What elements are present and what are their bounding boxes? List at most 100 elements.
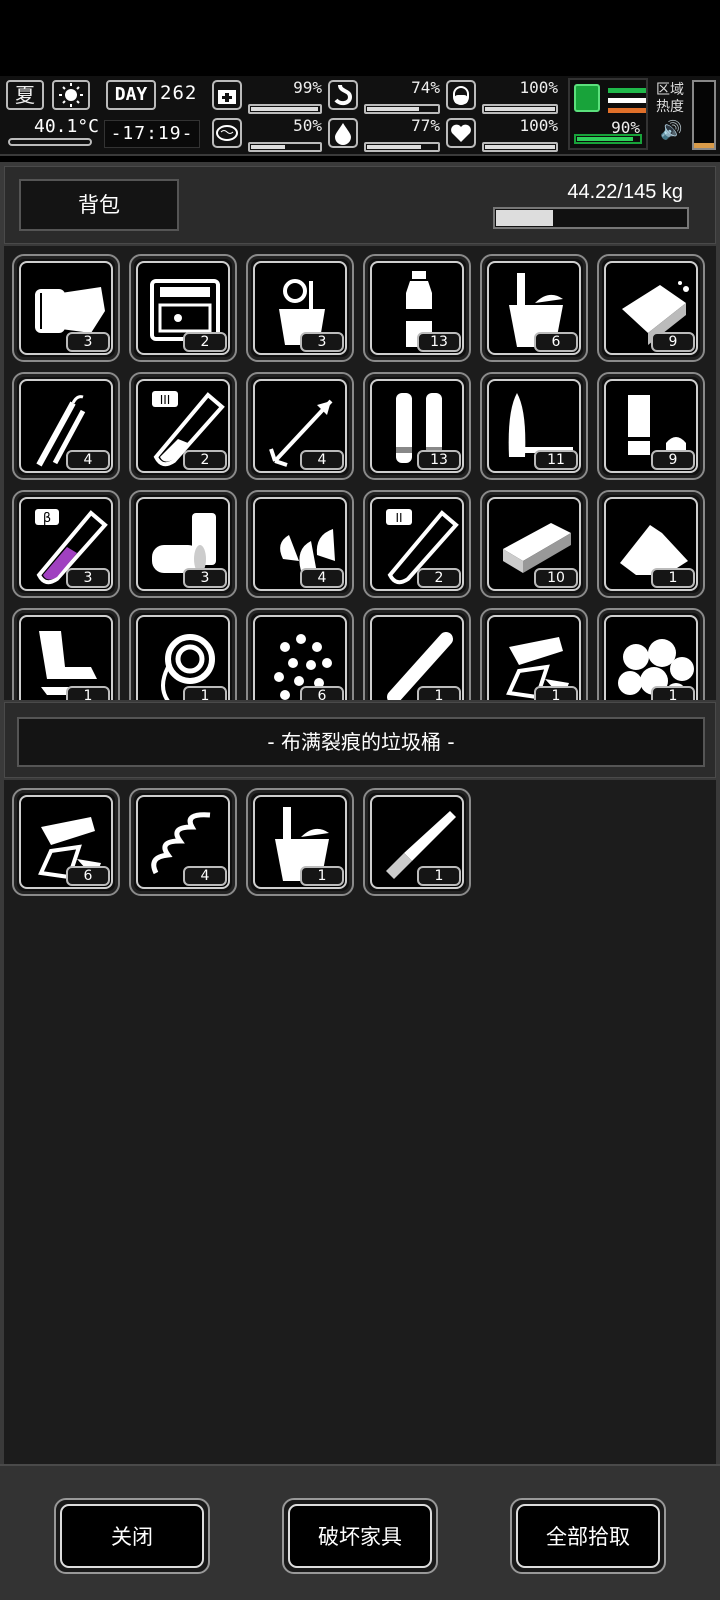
inventory-slot[interactable]: 4 bbox=[12, 372, 120, 480]
item-count: 1 bbox=[417, 686, 461, 700]
season-indicator: 夏 bbox=[6, 80, 44, 110]
stamina-value: 100% bbox=[519, 78, 558, 97]
item-count: 9 bbox=[651, 450, 695, 470]
inventory-slot[interactable]: 6 bbox=[246, 608, 354, 700]
svg-text:II: II bbox=[395, 511, 402, 525]
mental-stat: 50% bbox=[212, 116, 322, 154]
inventory-slot[interactable]: 9 bbox=[597, 254, 705, 362]
inventory-grid[interactable]: 3 2 3 13 6 9 4 III 2 4 13 11 9 β 3 3 4 II 2 10 1 1 1 6 1 1 1 bbox=[4, 246, 716, 700]
movement-fill bbox=[577, 137, 633, 141]
container-header: - 布满裂痕的垃圾桶 - bbox=[4, 702, 716, 778]
inventory-slot[interactable]: 13 bbox=[363, 254, 471, 362]
brain-icon bbox=[212, 118, 242, 148]
item-count: 4 bbox=[66, 450, 110, 470]
inventory-panel: 背包 44.22/145 kg 3 2 3 13 6 9 4 III 2 4 13 11 9 β 3 3 4 II… bbox=[0, 162, 720, 1600]
inventory-slot[interactable]: II 2 bbox=[363, 490, 471, 598]
boot-icon bbox=[574, 84, 600, 112]
status-hud: 夏 40.1°C DAY 262 -17:19- 99% 74% 100% 50… bbox=[0, 76, 720, 156]
weight-bar bbox=[493, 207, 689, 229]
inventory-slot[interactable]: 10 bbox=[480, 490, 588, 598]
container-slot[interactable]: 1 bbox=[246, 788, 354, 896]
thermometer-icon bbox=[8, 138, 92, 146]
inventory-slot[interactable]: 13 bbox=[363, 372, 471, 480]
action-bar: 关闭 破坏家具 全部拾取 bbox=[0, 1464, 720, 1600]
close-label: 关闭 bbox=[60, 1504, 204, 1568]
inventory-slot[interactable]: 1 bbox=[363, 608, 471, 700]
item-count: 3 bbox=[183, 568, 227, 588]
take-all-button[interactable]: 全部拾取 bbox=[510, 1498, 666, 1574]
svg-text:III: III bbox=[160, 393, 171, 407]
heat-meter bbox=[692, 80, 716, 150]
inventory-slot[interactable]: 2 bbox=[129, 254, 237, 362]
take-all-label: 全部拾取 bbox=[516, 1504, 660, 1568]
season-label: 夏 bbox=[15, 83, 35, 107]
item-count: 6 bbox=[534, 332, 578, 352]
sun-icon bbox=[52, 80, 90, 110]
thirst-stat: 77% bbox=[328, 116, 440, 154]
hunger-value: 74% bbox=[411, 78, 440, 97]
item-count: 13 bbox=[417, 450, 461, 470]
temperature-readout: 40.1°C bbox=[8, 116, 99, 148]
inventory-slot[interactable]: 9 bbox=[597, 372, 705, 480]
heart-stat: 100% bbox=[446, 116, 558, 154]
container-title: - 布满裂痕的垃圾桶 - bbox=[17, 717, 705, 767]
destroy-label: 破坏家具 bbox=[288, 1504, 432, 1568]
close-button[interactable]: 关闭 bbox=[54, 1498, 210, 1574]
item-count: 1 bbox=[651, 568, 695, 588]
movement-stripe bbox=[608, 98, 646, 103]
mental-value: 50% bbox=[293, 116, 322, 135]
stamina-stat: 100% bbox=[446, 78, 558, 116]
container-slot[interactable]: 4 bbox=[129, 788, 237, 896]
inventory-slot[interactable]: 3 bbox=[12, 254, 120, 362]
inventory-slot[interactable]: 1 bbox=[597, 490, 705, 598]
item-count: 9 bbox=[651, 332, 695, 352]
speaker-icon[interactable]: 🔊 bbox=[660, 120, 682, 141]
inventory-slot[interactable]: 1 bbox=[480, 608, 588, 700]
heart-icon bbox=[446, 118, 476, 148]
thirst-fill bbox=[367, 145, 421, 149]
container-slot[interactable]: 6 bbox=[12, 788, 120, 896]
item-count: 1 bbox=[300, 866, 344, 886]
container-slot[interactable]: 1 bbox=[363, 788, 471, 896]
heat-fill bbox=[694, 142, 714, 148]
inventory-slot[interactable]: 4 bbox=[246, 372, 354, 480]
mental-fill bbox=[251, 145, 285, 149]
inventory-header: 背包 44.22/145 kg bbox=[4, 166, 716, 244]
inventory-slot[interactable]: 4 bbox=[246, 490, 354, 598]
item-count: 3 bbox=[66, 332, 110, 352]
inventory-slot[interactable]: β3 bbox=[12, 490, 120, 598]
weight-fill bbox=[496, 210, 553, 226]
temperature-value: 40.1°C bbox=[34, 116, 100, 137]
inventory-slot[interactable]: 3 bbox=[129, 490, 237, 598]
inventory-slot[interactable]: 6 bbox=[480, 254, 588, 362]
health-fill bbox=[251, 107, 319, 111]
item-count: 4 bbox=[300, 568, 344, 588]
weight-readout: 44.22/145 kg bbox=[567, 181, 683, 203]
inventory-slot[interactable]: III 2 bbox=[129, 372, 237, 480]
movement-stripe bbox=[608, 108, 646, 113]
health-stat: 99% bbox=[212, 78, 322, 116]
inventory-slot[interactable]: 1 bbox=[597, 608, 705, 700]
item-count: 4 bbox=[300, 450, 344, 470]
medkit-icon bbox=[212, 80, 242, 110]
inventory-slot[interactable]: 1 bbox=[129, 608, 237, 700]
backpack-tab[interactable]: 背包 bbox=[19, 179, 179, 231]
item-count: 2 bbox=[183, 332, 227, 352]
item-count: 11 bbox=[534, 450, 578, 470]
hunger-stat: 74% bbox=[328, 78, 440, 116]
destroy-furniture-button[interactable]: 破坏家具 bbox=[282, 1498, 438, 1574]
movement-stripe bbox=[608, 88, 646, 93]
hunger-fill bbox=[367, 107, 419, 111]
item-count: 2 bbox=[183, 450, 227, 470]
inventory-slot[interactable]: 1 bbox=[12, 608, 120, 700]
inventory-slot[interactable]: 3 bbox=[246, 254, 354, 362]
stamina-fill bbox=[485, 107, 555, 111]
item-count: 1 bbox=[183, 686, 227, 700]
day-number: 262 bbox=[160, 82, 198, 104]
item-count: 13 bbox=[417, 332, 461, 352]
item-count: 1 bbox=[534, 686, 578, 700]
item-count: 4 bbox=[183, 866, 227, 886]
item-count: 1 bbox=[651, 686, 695, 700]
inventory-slot[interactable]: 11 bbox=[480, 372, 588, 480]
container-grid[interactable]: 6 4 1 1 bbox=[4, 780, 716, 1464]
